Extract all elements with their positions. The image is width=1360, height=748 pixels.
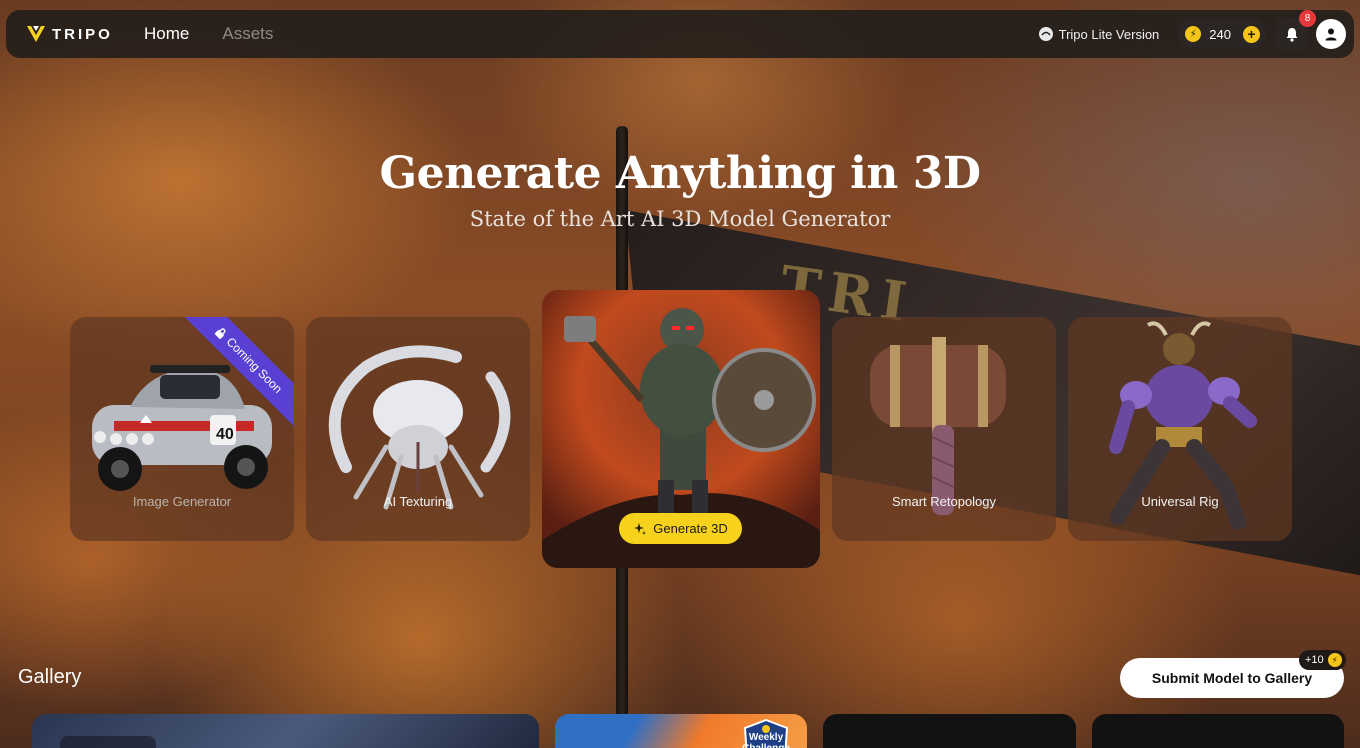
- hero-title: Generate Anything in 3D: [379, 148, 981, 199]
- feature-label: Smart Retopology: [891, 494, 997, 509]
- gallery-card[interactable]: [32, 714, 539, 748]
- feature-card-universal-rig[interactable]: Universal Rig: [1068, 317, 1292, 541]
- gallery-card-chip: [60, 736, 156, 748]
- svg-text:40: 40: [216, 426, 234, 443]
- add-credits-icon[interactable]: +: [1243, 25, 1260, 43]
- bonus-coin-icon: ⚡: [1327, 653, 1342, 667]
- feature-label: Universal Rig: [1141, 494, 1219, 509]
- tripo-logo[interactable]: TRIPO: [26, 25, 126, 43]
- feature-label: Image Generator: [132, 494, 232, 509]
- credit-coin-icon: ⚡: [1185, 26, 1202, 42]
- user-avatar[interactable]: [1316, 19, 1346, 49]
- nav-home[interactable]: Home: [144, 24, 189, 44]
- bell-icon: [1286, 27, 1298, 42]
- credit-balance: 240: [1209, 26, 1231, 42]
- gallery-title: Gallery: [18, 666, 82, 688]
- feature-card-ai-texturing[interactable]: AI Texturing: [306, 317, 530, 541]
- feature-card-image-generator[interactable]: 40 Coming Soon Image Generator: [70, 317, 294, 541]
- bonus-amount: +10: [1305, 654, 1324, 666]
- hero-subtitle: State of the Art AI 3D Model Generator: [469, 207, 891, 231]
- feature-label: AI Texturing: [383, 494, 453, 509]
- credits-pill[interactable]: ⚡ 240 +: [1177, 19, 1266, 49]
- notifications-button[interactable]: 8: [1276, 10, 1316, 50]
- lite-version-icon: [1038, 27, 1053, 41]
- feature-card-smart-retopology[interactable]: Smart Retopology: [832, 317, 1056, 541]
- logo-text: TRIPO: [52, 25, 113, 43]
- lite-version-label: Tripo Lite Version: [1058, 26, 1160, 42]
- lite-version-button[interactable]: Tripo Lite Version: [1038, 26, 1160, 42]
- sparkle-icon: [634, 522, 647, 535]
- feature-card-generate-3d[interactable]: Generate 3D: [542, 290, 820, 568]
- weekly-challenge-badge: Weekly Challenge: [741, 718, 791, 748]
- user-icon: [1325, 28, 1337, 41]
- generate-3d-button[interactable]: Generate 3D: [619, 513, 742, 544]
- gallery-card[interactable]: [1092, 714, 1344, 748]
- submit-bonus-badge: +10 ⚡: [1299, 650, 1346, 670]
- gallery-card[interactable]: [823, 714, 1076, 748]
- weekly-challenge-label: Weekly Challenge: [742, 732, 790, 748]
- topbar-actions: Tripo Lite Version ⚡ 240 + 8: [1038, 10, 1354, 58]
- top-navbar: TRIPO Home Assets Tripo Lite Version ⚡ 2…: [6, 10, 1354, 58]
- notification-badge: 8: [1299, 10, 1316, 27]
- nav-assets[interactable]: Assets: [222, 24, 273, 44]
- gallery-card[interactable]: Weekly Challenge: [555, 714, 807, 748]
- generate-3d-label: Generate 3D: [653, 521, 728, 536]
- tripo-logo-icon: [27, 26, 45, 42]
- lock-icon: [215, 328, 226, 339]
